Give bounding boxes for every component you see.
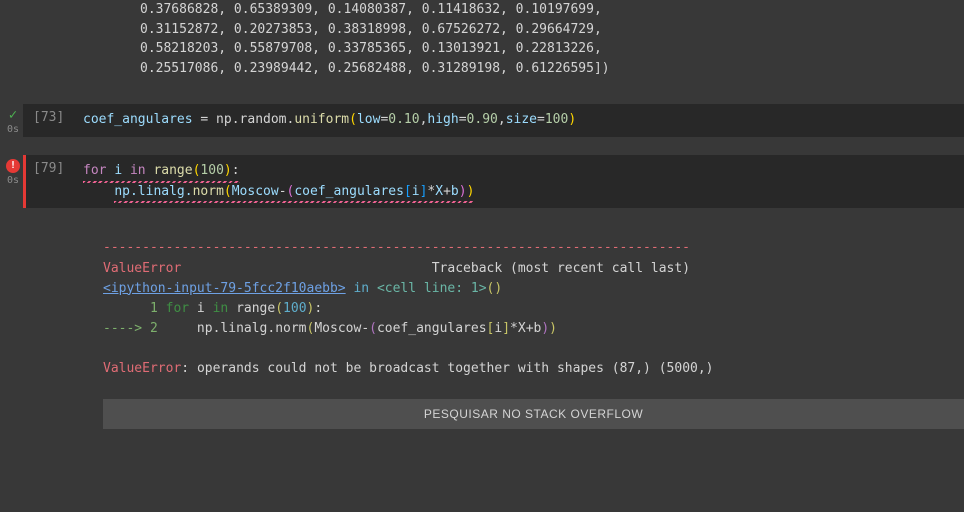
exec-time: 0s (7, 124, 19, 135)
exec-count: [73] (33, 110, 69, 131)
cell-gutter: ✓ 0s (3, 104, 23, 137)
search-stackoverflow-button[interactable]: PESQUISAR NO STACK OVERFLOW (103, 399, 964, 429)
code-content[interactable]: for i in range(100): np.linalg.norm(Mosc… (83, 161, 474, 203)
traceback-output: ----------------------------------------… (103, 238, 964, 379)
check-icon: ✓ (9, 108, 17, 122)
code-row: [73] coef_angulares = np.random.uniform(… (23, 104, 964, 137)
cell-gutter: ! 0s (3, 155, 23, 430)
exec-time: 0s (7, 175, 19, 186)
code-content[interactable]: coef_angulares = np.random.uniform(low=0… (83, 110, 576, 131)
traceback-link[interactable]: <ipython-input-79-5fcc2f10aebb> (103, 281, 346, 296)
code-cell-79[interactable]: ! 0s [79] for i in range(100): np.linalg… (0, 155, 964, 430)
code-row: [79] for i in range(100): np.linalg.norm… (23, 155, 964, 209)
error-icon: ! (6, 159, 20, 173)
exec-count: [79] (33, 161, 69, 203)
code-cell-73[interactable]: ✓ 0s [73] coef_angulares = np.random.uni… (0, 104, 964, 137)
prev-output-text: 0.37686828, 0.65389309, 0.14080387, 0.11… (0, 0, 964, 86)
